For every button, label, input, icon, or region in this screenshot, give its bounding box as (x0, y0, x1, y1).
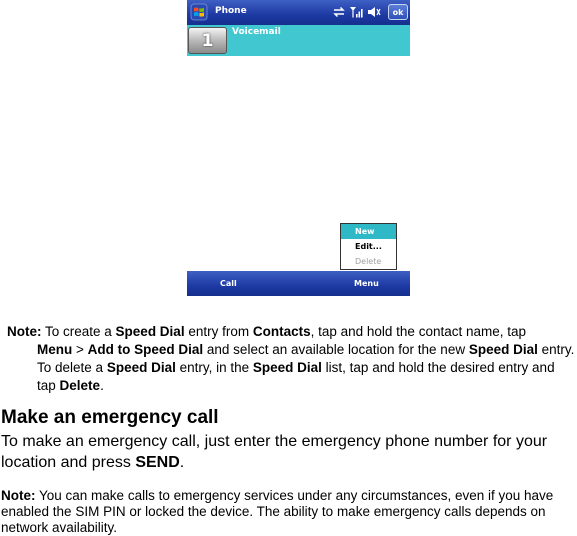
speed-dial-number: 1 (188, 27, 227, 54)
note-label: Note: (7, 324, 42, 339)
note-bold: Delete (59, 378, 101, 393)
note-bold: Add to Speed Dial (87, 342, 204, 357)
para-text: . (179, 454, 185, 471)
note-label: Note: (1, 488, 36, 503)
note-text: and select an available location for the… (203, 342, 469, 357)
note-text: entry, in the (175, 360, 253, 375)
menu-softkey[interactable]: Menu (354, 279, 379, 288)
note-bold: Contacts (252, 324, 311, 339)
speed-dial-entry[interactable]: 1 Voicemail (187, 25, 410, 56)
ok-button[interactable]: ok (388, 4, 408, 20)
note-bold: Speed Dial (252, 360, 322, 375)
note-text: You can make calls to emergency services… (1, 488, 554, 535)
app-title: Phone (215, 6, 247, 16)
note-bold: Speed Dial (106, 360, 176, 375)
emergency-paragraph: To make an emergency call, just enter th… (1, 431, 576, 473)
menu-item-edit[interactable]: Edit... (341, 239, 396, 254)
menu-item-new[interactable]: New (341, 224, 396, 239)
section-heading: Make an emergency call (1, 407, 219, 428)
note-text: entry from (184, 324, 253, 339)
title-bar: Phone ok (187, 0, 410, 25)
context-menu: New Edit... Delete (340, 223, 397, 270)
windows-start-icon[interactable] (190, 3, 208, 21)
note-bold: Speed Dial (468, 342, 538, 357)
para-bold: SEND (135, 454, 180, 471)
phone-screenshot: Phone ok 1 Voicemail New Edit... Delete … (187, 0, 410, 296)
note-bold: Speed Dial (115, 324, 185, 339)
note-text: To create a (41, 324, 116, 339)
speed-dial-note: Note: To create a Speed Dial entry from … (7, 323, 577, 395)
signal-icon[interactable] (349, 5, 363, 19)
emergency-note: Note: You can make calls to emergency se… (1, 488, 576, 536)
note-text: . (100, 378, 104, 393)
sync-icon[interactable] (332, 5, 346, 19)
call-softkey[interactable]: Call (220, 279, 237, 288)
note-continuation: Menu > Add to Speed Dial and select an a… (7, 341, 577, 395)
menu-item-delete[interactable]: Delete (341, 254, 396, 269)
para-text: To make an emergency call, just enter th… (1, 433, 548, 471)
speaker-icon[interactable] (367, 5, 381, 19)
speed-dial-name: Voicemail (232, 27, 281, 37)
note-bold: Menu (37, 342, 73, 357)
softkey-bar: Call Menu (187, 271, 410, 296)
note-text: > (72, 342, 88, 357)
note-text: , tap and hold the contact name, tap (310, 324, 527, 339)
